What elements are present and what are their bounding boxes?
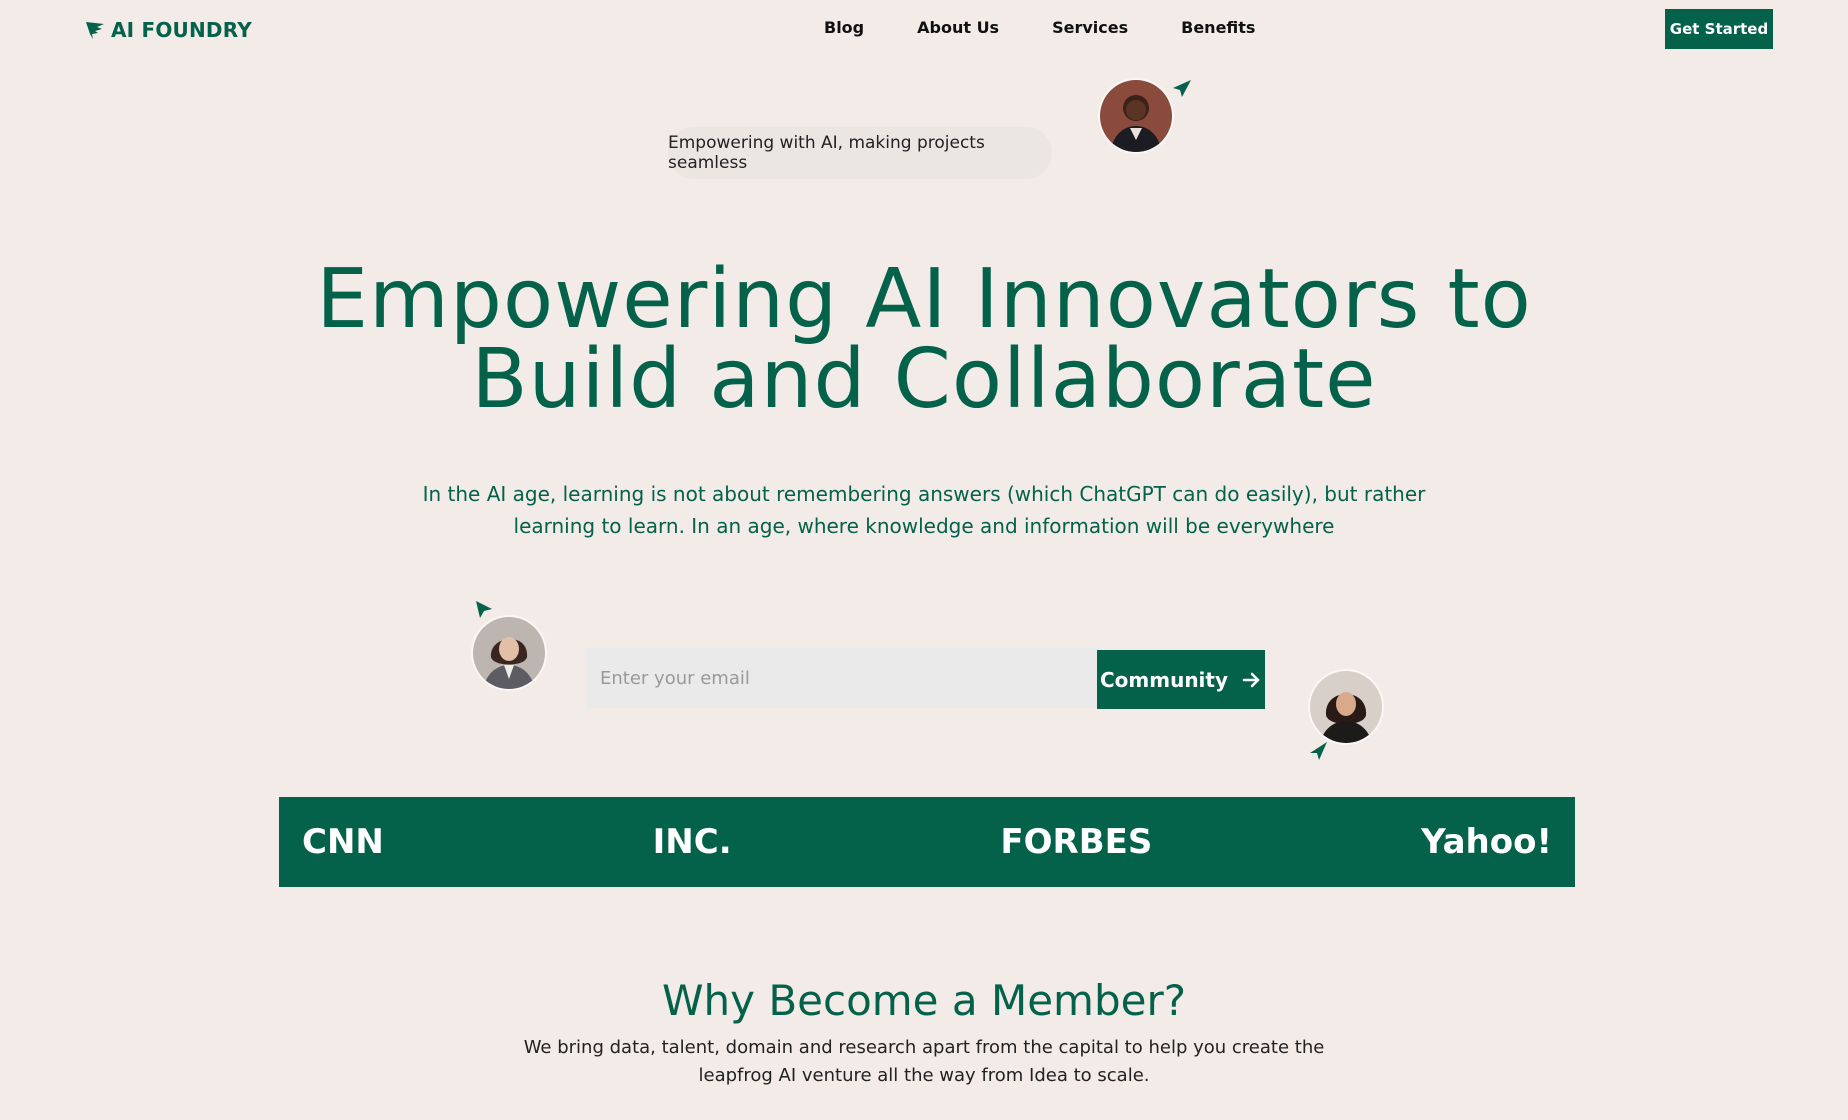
logo[interactable]: AI FOUNDRY <box>85 16 252 44</box>
section-subtitle: We bring data, talent, domain and resear… <box>523 1037 1325 1086</box>
press-logo-cnn: CNN <box>302 822 384 862</box>
cursor-icon <box>1172 79 1192 99</box>
nav-item-services[interactable]: Services <box>1052 18 1128 37</box>
cursor-icon <box>474 600 494 620</box>
main-nav: Blog About Us Services Benefits <box>0 18 1848 42</box>
email-input[interactable] <box>586 648 1098 708</box>
cursor-icon <box>1309 741 1329 761</box>
avatar <box>1100 80 1172 152</box>
tagline-pill: Empowering with AI, making projects seam… <box>668 127 1052 179</box>
press-logos-band: CNN INC. FORBES Yahoo! <box>279 797 1575 887</box>
hero-title-line-2: Build and Collaborate <box>471 332 1377 427</box>
get-started-button[interactable]: Get Started <box>1665 9 1773 49</box>
community-button-label: Community <box>1099 667 1229 692</box>
hero-subtitle: In the AI age, learning is not about rem… <box>422 482 1426 538</box>
arrow-right-icon <box>1242 670 1262 690</box>
community-button[interactable]: Community <box>1097 650 1265 709</box>
avatar <box>473 617 545 689</box>
nav-item-benefits[interactable]: Benefits <box>1181 18 1255 37</box>
press-logo-forbes: FORBES <box>1000 822 1153 862</box>
avatar <box>1310 671 1382 743</box>
press-logo-inc: INC. <box>652 822 732 862</box>
hero-title: Empowering AI Innovators to Build and Co… <box>200 259 1648 421</box>
logo-text: AI FOUNDRY <box>111 18 252 42</box>
section-title: Why Become a Member? <box>661 976 1187 1025</box>
logo-leaf-icon <box>85 20 105 40</box>
page: AI FOUNDRY Blog About Us Services Benefi… <box>0 0 1848 1120</box>
press-logo-yahoo: Yahoo! <box>1421 822 1552 862</box>
nav-item-blog[interactable]: Blog <box>824 18 864 37</box>
nav-item-about-us[interactable]: About Us <box>917 18 999 37</box>
